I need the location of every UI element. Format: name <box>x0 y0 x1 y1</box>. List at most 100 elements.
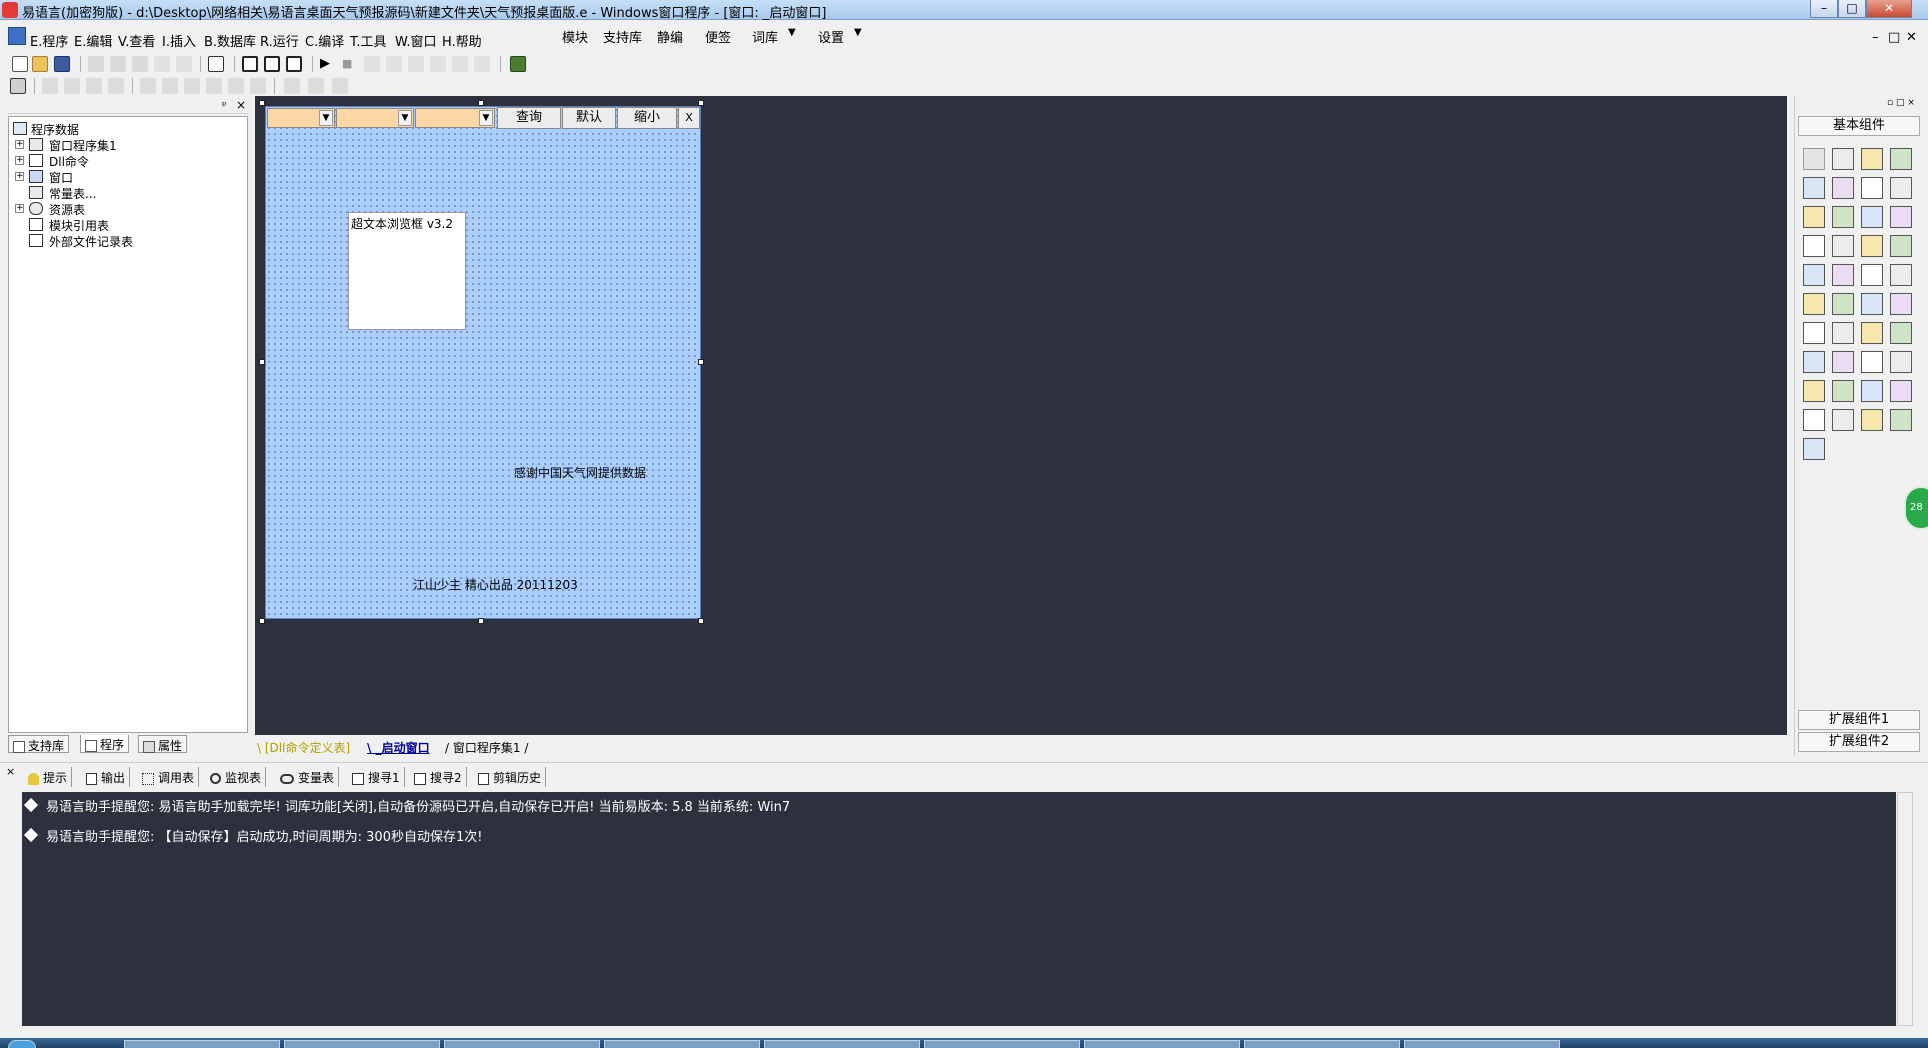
grid-icon[interactable] <box>10 78 26 94</box>
ide-menu-icon[interactable] <box>8 27 26 45</box>
layout-3-icon[interactable] <box>286 56 302 72</box>
open-file-icon[interactable] <box>32 56 48 72</box>
save-icon[interactable] <box>54 56 70 72</box>
taskbar-item[interactable] <box>124 1040 280 1048</box>
assistant-float-badge[interactable]: 28 <box>1904 486 1928 530</box>
expand-icon[interactable]: + <box>15 140 24 149</box>
component-icon[interactable] <box>1803 351 1825 373</box>
credit-label[interactable]: 江山少主 精心出品 20111203 <box>413 576 578 593</box>
component-icon[interactable] <box>1861 177 1883 199</box>
menu-database[interactable]: B.数据库 <box>204 31 256 50</box>
find-icon[interactable] <box>208 56 224 72</box>
menu-help[interactable]: H.帮助 <box>442 31 482 50</box>
tab-window-assembly[interactable]: / 窗口程序集1 / <box>445 737 528 755</box>
align-bottom-icon[interactable] <box>108 78 124 94</box>
pointer-tool-icon[interactable] <box>1803 148 1825 170</box>
start-button[interactable] <box>8 1040 36 1048</box>
align-right-icon[interactable] <box>64 78 80 94</box>
tab-startup-window[interactable]: \ _启动窗口 <box>367 737 430 755</box>
tab-properties[interactable]: 属性 <box>138 735 188 753</box>
component-icon[interactable] <box>1861 409 1883 431</box>
lexicon-dropdown-icon[interactable]: ▼ <box>788 27 796 38</box>
menu-support-lib[interactable]: 支持库 <box>603 27 642 46</box>
component-icon[interactable] <box>1832 380 1854 402</box>
output-horizontal-scrollbar[interactable] <box>22 1027 1896 1035</box>
layout-2-icon[interactable] <box>264 56 280 72</box>
step-into-icon[interactable] <box>386 56 402 72</box>
new-file-icon[interactable] <box>12 56 28 72</box>
component-icon[interactable] <box>1861 206 1883 228</box>
component-icon[interactable] <box>1861 322 1883 344</box>
mdi-close-button[interactable]: ✕ <box>1906 30 1917 45</box>
component-icon[interactable] <box>1832 177 1854 199</box>
component-icon[interactable] <box>1861 148 1883 170</box>
component-icon[interactable] <box>1890 409 1912 431</box>
run-icon[interactable]: ▶ <box>320 56 336 72</box>
taskbar-item[interactable] <box>1404 1040 1560 1048</box>
resize-handle[interactable] <box>259 359 265 365</box>
resize-handle[interactable] <box>478 100 484 106</box>
tab-program[interactable]: 程序 <box>80 735 130 753</box>
paste-icon[interactable] <box>132 56 148 72</box>
menu-settings[interactable]: 设置 <box>818 27 844 46</box>
tab-search-2[interactable]: 搜寻2 <box>410 767 467 787</box>
tab-dll-definitions[interactable]: \ [Dll命令定义表] <box>257 737 350 755</box>
helper-icon[interactable] <box>510 56 526 72</box>
component-icon[interactable] <box>1890 380 1912 402</box>
size-both-icon[interactable] <box>332 78 348 94</box>
component-icon[interactable] <box>1890 293 1912 315</box>
output-vertical-scrollbar[interactable] <box>1897 792 1913 1026</box>
chevron-down-icon[interactable]: ▼ <box>319 110 333 126</box>
taskbar-item[interactable] <box>1244 1040 1400 1048</box>
size-height-icon[interactable] <box>308 78 324 94</box>
component-icon[interactable] <box>1861 293 1883 315</box>
menu-lexicon[interactable]: 词库 <box>752 27 778 46</box>
component-icon[interactable] <box>1890 206 1912 228</box>
chevron-down-icon[interactable]: ▼ <box>479 110 493 126</box>
step-out-icon[interactable] <box>408 56 424 72</box>
component-icon[interactable] <box>1890 235 1912 257</box>
city-combobox[interactable]: ▼ <box>336 108 414 128</box>
component-icon[interactable] <box>1803 322 1825 344</box>
copy-icon[interactable] <box>110 56 126 72</box>
expand-icon[interactable]: + <box>15 156 24 165</box>
district-combobox[interactable]: ▼ <box>415 108 495 128</box>
component-icon[interactable] <box>1803 177 1825 199</box>
chevron-down-icon[interactable]: ▼ <box>398 110 412 126</box>
mdi-restore-button[interactable]: □ <box>1888 30 1900 45</box>
component-icon[interactable] <box>1803 235 1825 257</box>
taskbar-item[interactable] <box>1084 1040 1240 1048</box>
menu-program[interactable]: E.程序 <box>30 31 68 50</box>
tab-search-1[interactable]: 搜寻1 <box>348 767 405 787</box>
component-icon[interactable] <box>1803 438 1825 460</box>
component-icon[interactable] <box>1832 206 1854 228</box>
space-horizontal-icon[interactable] <box>206 78 222 94</box>
resize-handle[interactable] <box>259 618 265 624</box>
layout-1-icon[interactable] <box>242 56 258 72</box>
form-close-button[interactable]: X <box>678 107 700 129</box>
close-button[interactable]: ✕ <box>1866 0 1912 18</box>
thanks-label[interactable]: 感谢中国天气网提供数据 <box>514 464 646 481</box>
component-icon[interactable] <box>1890 351 1912 373</box>
settings-dropdown-icon[interactable]: ▼ <box>854 27 862 38</box>
expand-icon[interactable]: + <box>15 172 24 181</box>
component-icon[interactable] <box>1832 409 1854 431</box>
query-button[interactable]: 查询 <box>497 107 561 129</box>
component-icon[interactable] <box>1861 235 1883 257</box>
component-icon[interactable] <box>1890 322 1912 344</box>
menu-static-compile[interactable]: 静编 <box>657 27 683 46</box>
pin-icon[interactable]: ᵖ <box>222 99 227 112</box>
component-icon[interactable] <box>1803 380 1825 402</box>
menu-module[interactable]: 模块 <box>562 27 588 46</box>
resize-handle[interactable] <box>259 100 265 106</box>
menu-run[interactable]: R.运行 <box>260 31 299 50</box>
taskbar-item[interactable] <box>284 1040 440 1048</box>
stop-icon[interactable]: ■ <box>342 56 358 72</box>
resize-handle[interactable] <box>698 618 704 624</box>
basic-components-header[interactable]: 基本组件 <box>1798 116 1920 136</box>
tab-call-stack[interactable]: 调用表 <box>138 767 200 787</box>
designer-form[interactable] <box>265 106 701 619</box>
tab-watch[interactable]: 监视表 <box>206 767 267 787</box>
component-icon[interactable] <box>1803 206 1825 228</box>
space-vertical-icon[interactable] <box>184 78 200 94</box>
